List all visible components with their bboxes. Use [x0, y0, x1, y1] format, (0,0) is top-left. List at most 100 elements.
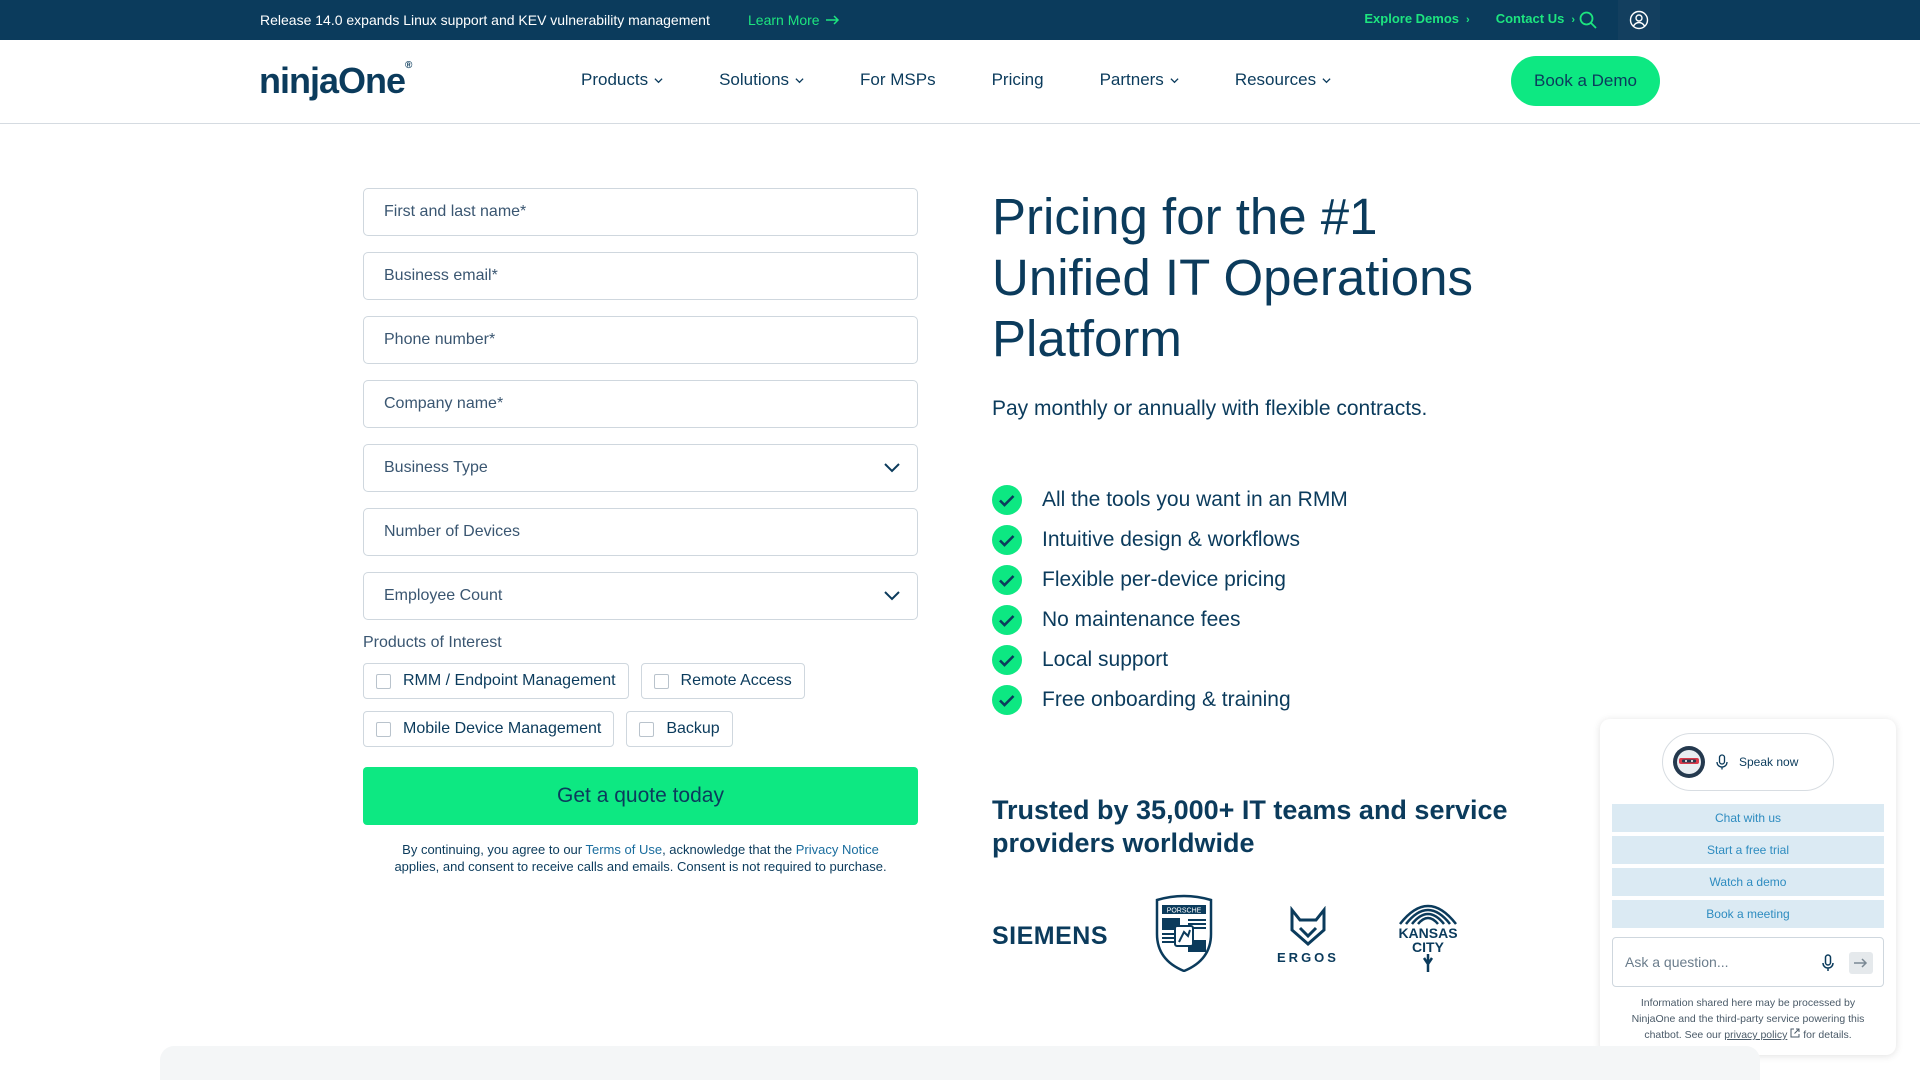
get-quote-button[interactable]: Get a quote today	[363, 767, 918, 825]
porsche-text: PORSCHE	[1167, 908, 1202, 915]
chevron-down-icon	[1170, 77, 1179, 83]
account-button[interactable]	[1618, 0, 1660, 40]
external-link-icon	[1790, 1028, 1800, 1038]
kansas-city-logo: KANSAS CITY	[1398, 904, 1458, 972]
chat-note-text: for details.	[1800, 1029, 1852, 1041]
next-section-band	[160, 1046, 1760, 1080]
top-links: Explore Demos › Contact Us ›	[1364, 11, 1575, 26]
ninjaone-logo[interactable]: ninjaOne®	[259, 60, 412, 102]
user-icon	[1629, 10, 1649, 30]
nav-products[interactable]: Products	[581, 70, 663, 90]
nav-pricing[interactable]: Pricing	[992, 70, 1044, 90]
products-checkbox-group: RMM / Endpoint Management Remote Access …	[363, 663, 918, 747]
business-type-select[interactable]: Business Type	[363, 444, 918, 492]
speak-now-label: Speak now	[1739, 755, 1799, 769]
chat-question-input[interactable]: Ask a question...	[1612, 937, 1884, 987]
siemens-logo: SIEMENS	[992, 922, 1109, 950]
chat-input-placeholder: Ask a question...	[1625, 954, 1729, 970]
announcement-bar: Release 14.0 expands Linux support and K…	[0, 0, 1920, 40]
privacy-policy-link[interactable]: privacy policy	[1724, 1029, 1787, 1041]
chatbot-avatar	[1673, 746, 1705, 778]
speak-now-button[interactable]: Speak now	[1662, 733, 1834, 791]
company-input[interactable]: Company name*	[363, 380, 918, 428]
feature-text: All the tools you want in an RMM	[1042, 488, 1348, 511]
checkbox[interactable]	[376, 673, 391, 689]
nav-resources[interactable]: Resources	[1235, 70, 1331, 90]
chevron-down-icon	[1322, 77, 1331, 83]
title-line: Unified IT Operations	[992, 249, 1473, 306]
employee-count-value: Employee Count	[384, 587, 503, 604]
legal-text: applies, and consent to receive calls an…	[394, 859, 887, 874]
feature-item: All the tools you want in an RMM	[992, 480, 1348, 520]
chat-with-us-option[interactable]: Chat with us	[1612, 804, 1884, 832]
employee-count-select[interactable]: Employee Count	[363, 572, 918, 620]
privacy-notice-link[interactable]: Privacy Notice	[796, 842, 879, 857]
legal-text: , acknowledge that the	[662, 842, 796, 857]
nav-label: Resources	[1234, 70, 1317, 89]
legal-consent-text: By continuing, you agree to our Terms of…	[363, 841, 918, 875]
ergos-logo: ERGOS	[1277, 906, 1336, 965]
search-icon[interactable]	[1578, 10, 1598, 30]
start-trial-option[interactable]: Start a free trial	[1612, 836, 1884, 864]
checkbox[interactable]	[376, 721, 391, 737]
product-checkbox-mdm[interactable]: Mobile Device Management	[363, 711, 615, 747]
feature-item: Flexible per-device pricing	[992, 560, 1348, 600]
arrow-right-icon	[825, 15, 839, 25]
legal-text: By continuing, you agree to our	[402, 842, 586, 857]
feature-text: No maintenance fees	[1042, 608, 1241, 631]
contact-us-label: Contact Us	[1495, 11, 1565, 26]
title-line: Platform	[992, 310, 1182, 367]
chevron-right-icon: ›	[1571, 14, 1575, 26]
terms-of-use-link[interactable]: Terms of Use	[585, 842, 662, 857]
feature-text: Local support	[1042, 648, 1169, 671]
product-checkbox-remote-access[interactable]: Remote Access	[640, 663, 805, 699]
check-circle-icon	[992, 685, 1022, 715]
feature-item: Intuitive design & workflows	[992, 520, 1348, 560]
book-demo-button[interactable]: Book a Demo	[1511, 56, 1660, 106]
product-label: Mobile Device Management	[403, 720, 602, 737]
chevron-down-icon	[654, 77, 663, 83]
send-button[interactable]	[1849, 952, 1873, 974]
main-nav: Products Solutions For MSPs Pricing Part…	[581, 70, 1331, 90]
nav-label: Products	[581, 70, 649, 89]
feature-item: Local support	[992, 640, 1348, 680]
checkbox[interactable]	[653, 673, 669, 689]
nav-label: Solutions	[719, 70, 790, 89]
arrow-right-icon	[1854, 958, 1868, 968]
site-header: ninjaOne® Products Solutions For MSPs Pr…	[0, 40, 1920, 124]
name-input[interactable]: First and last name*	[363, 188, 918, 236]
feature-text: Flexible per-device pricing	[1042, 568, 1286, 591]
checkbox[interactable]	[639, 721, 655, 737]
check-circle-icon	[992, 525, 1022, 555]
product-checkbox-rmm[interactable]: RMM / Endpoint Management	[363, 663, 629, 699]
explore-demos-link[interactable]: Explore Demos ›	[1364, 11, 1469, 26]
porsche-logo: PORSCHE	[1155, 894, 1213, 972]
feature-item: Free onboarding & training	[992, 680, 1348, 720]
check-circle-icon	[992, 565, 1022, 595]
microphone-icon[interactable]	[1821, 954, 1835, 972]
quote-form: First and last name* Business email* Pho…	[363, 188, 918, 875]
logo-text: ninjaOne	[259, 60, 406, 101]
chevron-down-icon	[795, 77, 804, 83]
learn-more-label: Learn More	[748, 12, 820, 28]
contact-us-link[interactable]: Contact Us ›	[1496, 11, 1575, 26]
products-of-interest-label: Products of Interest	[363, 634, 502, 651]
feature-item: No maintenance fees	[992, 600, 1348, 640]
devices-input[interactable]: Number of Devices	[363, 508, 918, 556]
business-type-value: Business Type	[384, 459, 488, 476]
phone-input[interactable]: Phone number*	[363, 316, 918, 364]
ninja-avatar-icon	[1677, 750, 1701, 774]
microphone-icon	[1716, 754, 1728, 770]
book-meeting-option[interactable]: Book a meeting	[1612, 900, 1884, 928]
nav-solutions[interactable]: Solutions	[719, 70, 804, 90]
trusted-heading: Trusted by 35,000+ IT teams and service …	[992, 795, 1508, 858]
product-checkbox-backup[interactable]: Backup	[626, 711, 733, 747]
email-input[interactable]: Business email*	[363, 252, 918, 300]
nav-partners[interactable]: Partners	[1100, 70, 1179, 90]
chevron-down-icon	[884, 463, 900, 473]
feature-list: All the tools you want in an RMM Intuiti…	[992, 480, 1348, 720]
learn-more-link[interactable]: Learn More	[748, 12, 840, 28]
nav-for-msps[interactable]: For MSPs	[860, 70, 936, 90]
feature-text: Intuitive design & workflows	[1042, 528, 1300, 551]
watch-demo-option[interactable]: Watch a demo	[1612, 868, 1884, 896]
